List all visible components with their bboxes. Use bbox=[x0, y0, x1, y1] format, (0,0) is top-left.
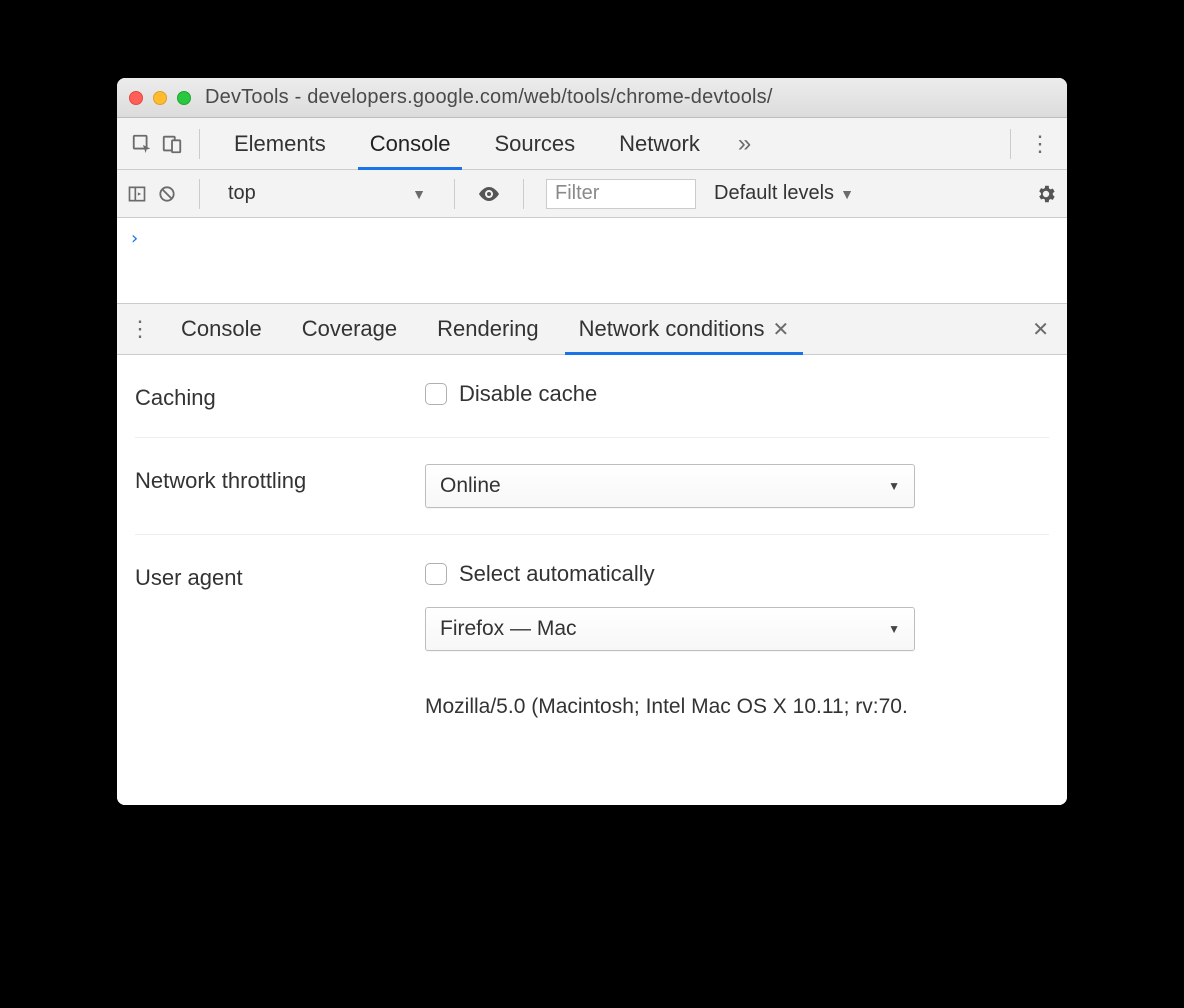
caching-row: Caching Disable cache bbox=[135, 355, 1049, 438]
drawer-tab-label: Rendering bbox=[437, 316, 539, 342]
disable-cache-checkbox[interactable] bbox=[425, 383, 447, 405]
levels-label: Default levels bbox=[714, 182, 834, 205]
more-tabs-icon[interactable]: » bbox=[722, 130, 767, 158]
drawer-tab-console[interactable]: Console bbox=[161, 304, 282, 354]
device-toolbar-icon[interactable] bbox=[157, 129, 187, 159]
chevron-down-icon: ▼ bbox=[888, 622, 900, 636]
drawer-menu-icon[interactable]: ⋮ bbox=[127, 316, 161, 342]
separator bbox=[199, 179, 200, 209]
close-drawer-icon[interactable]: ✕ bbox=[1024, 317, 1057, 342]
log-levels-select[interactable]: Default levels ▼ bbox=[706, 182, 862, 205]
execution-context-select[interactable]: top ▼ bbox=[222, 179, 432, 209]
drawer-tab-label: Coverage bbox=[302, 316, 397, 342]
drawer-tab-network-conditions[interactable]: Network conditions ✕ bbox=[559, 304, 810, 354]
main-tabbar: Elements Console Sources Network » ⋮ bbox=[117, 118, 1067, 170]
drawer-tab-label: Network conditions bbox=[579, 316, 765, 342]
settings-menu-icon[interactable]: ⋮ bbox=[1023, 131, 1057, 157]
throttling-select[interactable]: Online ▼ bbox=[425, 464, 915, 508]
user-agent-label: User agent bbox=[135, 561, 425, 591]
context-value: top bbox=[228, 182, 256, 205]
network-conditions-panel: Caching Disable cache Network throttling… bbox=[117, 355, 1067, 805]
separator bbox=[199, 129, 200, 159]
throttling-label: Network throttling bbox=[135, 464, 425, 494]
close-window-button[interactable] bbox=[129, 91, 143, 105]
prompt-icon: › bbox=[129, 228, 140, 249]
tab-sources[interactable]: Sources bbox=[472, 118, 597, 169]
chevron-down-icon: ▼ bbox=[840, 186, 854, 202]
clear-console-icon[interactable] bbox=[157, 184, 177, 204]
live-expression-icon[interactable] bbox=[477, 182, 501, 206]
filter-input[interactable] bbox=[546, 179, 696, 209]
disable-cache-label: Disable cache bbox=[459, 381, 597, 407]
close-tab-icon[interactable]: ✕ bbox=[773, 317, 790, 342]
user-agent-select[interactable]: Firefox — Mac ▼ bbox=[425, 607, 915, 651]
select-automatically-checkbox[interactable] bbox=[425, 563, 447, 585]
drawer-tabbar: ⋮ Console Coverage Rendering Network con… bbox=[117, 303, 1067, 355]
drawer-tab-coverage[interactable]: Coverage bbox=[282, 304, 417, 354]
console-toolbar: top ▼ Default levels ▼ bbox=[117, 170, 1067, 218]
drawer-tab-label: Console bbox=[181, 316, 262, 342]
user-agent-string: Mozilla/5.0 (Macintosh; Intel Mac OS X 1… bbox=[425, 695, 1049, 719]
console-settings-icon[interactable] bbox=[1035, 183, 1057, 205]
user-agent-row: User agent Select automatically Firefox … bbox=[135, 535, 1049, 745]
main-tab-list: Elements Console Sources Network bbox=[212, 118, 722, 169]
inspect-element-icon[interactable] bbox=[127, 129, 157, 159]
user-agent-value: Firefox — Mac bbox=[440, 617, 577, 641]
window-title: DevTools - developers.google.com/web/too… bbox=[205, 86, 773, 109]
separator bbox=[523, 179, 524, 209]
show-console-sidebar-icon[interactable] bbox=[127, 184, 147, 204]
drawer-tab-rendering[interactable]: Rendering bbox=[417, 304, 559, 354]
chevron-down-icon: ▼ bbox=[888, 479, 900, 493]
throttling-value: Online bbox=[440, 474, 501, 498]
maximize-window-button[interactable] bbox=[177, 91, 191, 105]
throttling-row: Network throttling Online ▼ bbox=[135, 438, 1049, 535]
console-body[interactable]: › bbox=[117, 218, 1067, 303]
devtools-window: DevTools - developers.google.com/web/too… bbox=[117, 78, 1067, 805]
chevron-down-icon: ▼ bbox=[412, 186, 426, 202]
tab-elements[interactable]: Elements bbox=[212, 118, 348, 169]
tab-network[interactable]: Network bbox=[597, 118, 722, 169]
caching-label: Caching bbox=[135, 381, 425, 411]
tab-console[interactable]: Console bbox=[348, 118, 473, 169]
separator bbox=[454, 179, 455, 209]
minimize-window-button[interactable] bbox=[153, 91, 167, 105]
titlebar: DevTools - developers.google.com/web/too… bbox=[117, 78, 1067, 118]
traffic-lights bbox=[129, 91, 191, 105]
select-automatically-label: Select automatically bbox=[459, 561, 655, 587]
separator bbox=[1010, 129, 1011, 159]
